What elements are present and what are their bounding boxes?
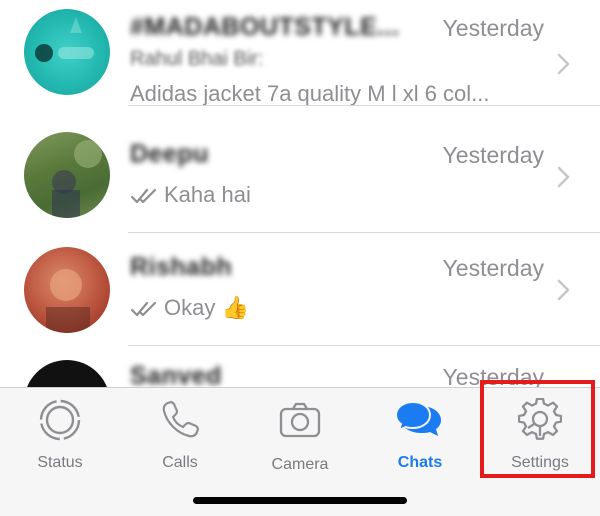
avatar xyxy=(24,132,110,218)
chat-row-3[interactable]: Rishabh Yesterday Okay 👍 xyxy=(0,233,600,346)
chat-name: Rishabh xyxy=(130,253,233,281)
chat-preview-text: Okay xyxy=(164,295,216,320)
tab-label: Chats xyxy=(397,454,443,471)
avatar xyxy=(24,360,110,387)
phone-icon xyxy=(162,400,200,438)
chevron-right-icon xyxy=(557,166,570,188)
group-avatar-image xyxy=(35,17,94,62)
tab-chats[interactable]: Chats xyxy=(360,398,480,478)
avatar xyxy=(24,247,110,333)
chevron-right-icon xyxy=(557,279,570,301)
chevron-right-icon xyxy=(557,53,570,75)
row-divider xyxy=(128,105,600,106)
tab-label: Status xyxy=(37,454,83,471)
tab-label: Calls xyxy=(162,454,198,471)
chat-name: Sanved xyxy=(130,362,222,387)
chat-row-1[interactable]: #MADABOUTSTYLE... Yesterday Rahul Bhai B… xyxy=(0,0,600,106)
chat-preview: Adidas jacket 7a quality M l xl 6 col... xyxy=(130,81,490,106)
settings-highlight-box xyxy=(480,380,595,478)
avatar xyxy=(24,9,110,95)
chat-row-2[interactable]: Deepu Yesterday Kaha hai xyxy=(0,120,600,233)
contact-photo xyxy=(46,269,90,333)
chats-icon xyxy=(395,400,441,436)
chat-list: #MADABOUTSTYLE... Yesterday Rahul Bhai B… xyxy=(0,0,600,387)
tab-calls[interactable]: Calls xyxy=(120,398,240,478)
chat-time: Yesterday xyxy=(442,142,544,168)
chat-preview: Okay 👍 xyxy=(130,295,550,321)
chat-time: Yesterday xyxy=(442,255,544,281)
tab-status[interactable]: Status xyxy=(0,398,120,478)
chat-name: Deepu xyxy=(130,140,209,168)
status-icon xyxy=(39,399,81,441)
home-indicator xyxy=(193,497,407,504)
read-ticks-icon xyxy=(130,189,157,204)
thumbs-up-emoji: 👍 xyxy=(221,295,249,320)
chat-time: Yesterday xyxy=(442,15,544,41)
camera-icon xyxy=(279,402,321,438)
chat-sender: Rahul Bhai Bir: xyxy=(130,48,264,70)
chat-preview-text: Kaha hai xyxy=(164,182,251,207)
chat-name: #MADABOUTSTYLE... xyxy=(130,13,400,41)
contact-photo xyxy=(52,140,102,218)
tab-camera[interactable]: Camera xyxy=(240,398,360,478)
tab-label: Camera xyxy=(271,456,329,473)
read-ticks-icon xyxy=(130,302,157,317)
chat-preview: Kaha hai xyxy=(130,182,550,208)
